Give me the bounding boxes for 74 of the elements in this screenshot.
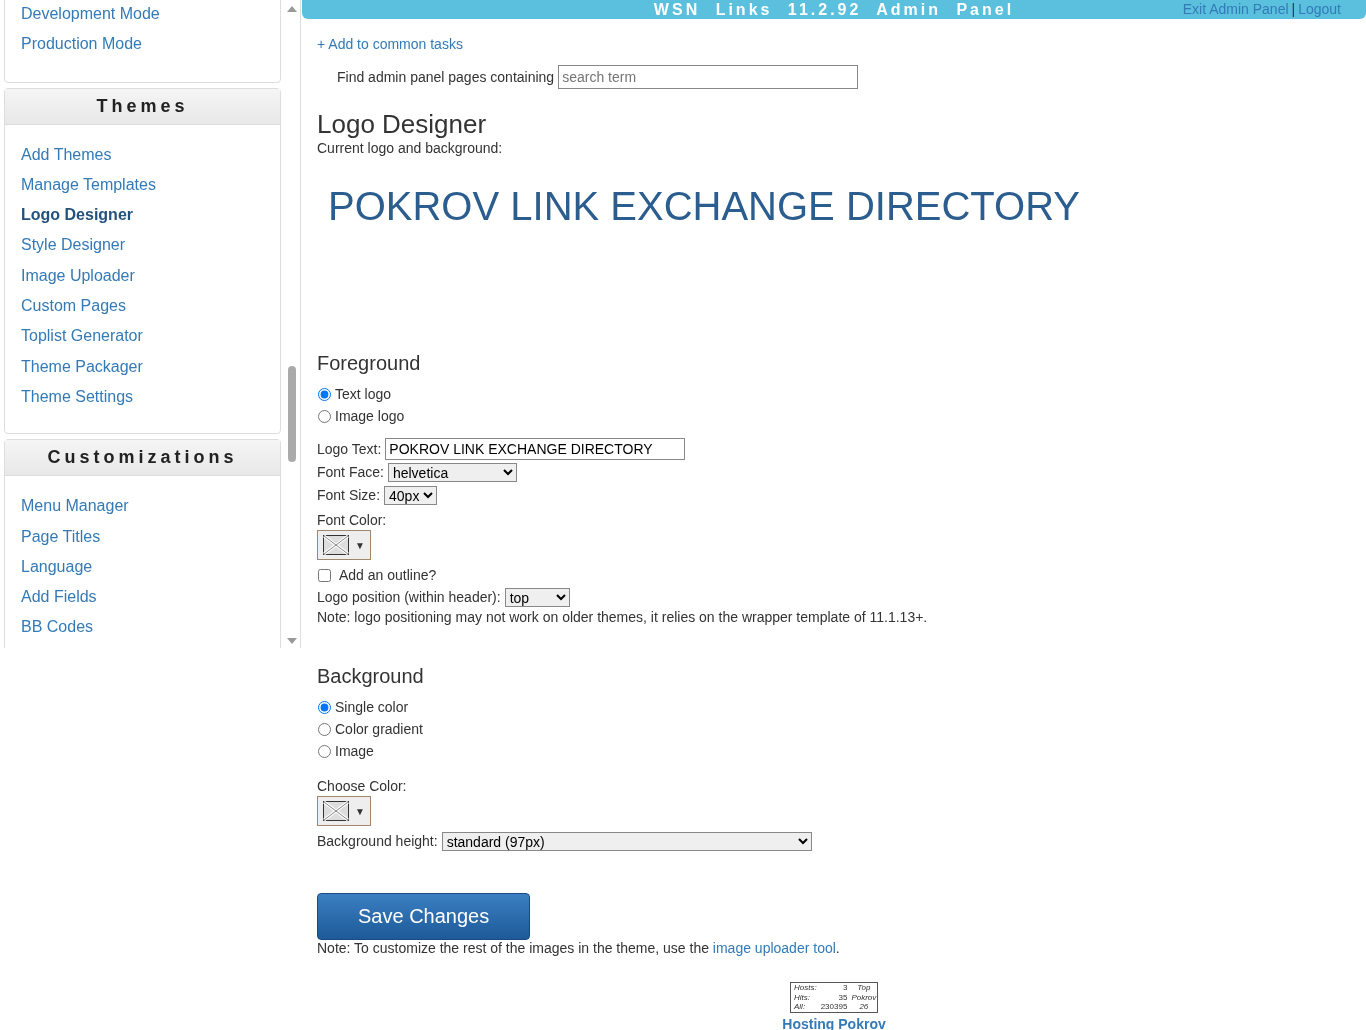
field-label: Logo Text: <box>317 441 382 457</box>
counter-text: Top <box>856 983 872 993</box>
sidebar-link[interactable]: Style Designer <box>21 230 126 261</box>
radio-label: Image logo <box>335 408 405 424</box>
radio-label: Image <box>335 743 374 759</box>
field-label: Choose Color: <box>317 778 407 794</box>
sidebar-link[interactable]: Development Mode <box>21 0 160 30</box>
dropdown[interactable]: top <box>504 587 570 607</box>
sidebar-link[interactable]: Production Mode <box>21 29 142 60</box>
save-button[interactable]: Save Changes <box>317 893 531 940</box>
sidebar-link[interactable]: Logo Designer <box>21 200 133 231</box>
text-field[interactable]: POKROV LINK EXCHANGE DIRECTORY <box>385 438 686 460</box>
panel-heading: Themes <box>5 88 280 125</box>
panel-heading: Customizations <box>5 440 280 477</box>
section-heading: Foreground <box>317 352 421 375</box>
counter-text: Pokrov <box>851 992 877 1002</box>
caret-icon: ▼ <box>355 539 365 551</box>
caret-icon: ▼ <box>355 805 365 817</box>
separator: | <box>1291 1 1296 17</box>
subtitle: Current logo and background: <box>317 140 503 156</box>
empty-color-icon <box>323 535 349 555</box>
header-title: WSN Links 11.2.92 Admin Panel <box>653 0 1015 19</box>
scroll-down-icon[interactable] <box>287 638 297 644</box>
empty-color-icon <box>323 801 349 821</box>
counter-text: All: <box>794 1002 807 1012</box>
sidebar-link[interactable]: Theme Packager <box>21 351 143 382</box>
counter-text: 3 <box>841 983 848 993</box>
sidebar-link[interactable]: Menu Manager <box>21 491 129 522</box>
counter-text: Hosts: <box>794 983 817 993</box>
color-picker[interactable]: ▼ <box>317 796 371 826</box>
note-text: Note: logo positioning may not work on older themes, it relies on the wrapper template of 11.1.13+. <box>317 609 928 625</box>
field-label: Logo position (within header): <box>317 589 501 605</box>
radio-label: Color gradient <box>335 721 423 737</box>
sidebar-link[interactable]: Image Uploader <box>21 260 135 292</box>
checkbox-label: Add an outline? <box>339 567 437 583</box>
checkbox[interactable] <box>318 568 331 582</box>
field-label: Font Color: <box>317 512 387 528</box>
section-heading: Background <box>317 665 424 688</box>
sidebar-link[interactable]: Add Themes <box>21 139 112 170</box>
sidebar-link[interactable]: Theme Settings <box>21 381 134 413</box>
dropdown[interactable]: helvetica <box>387 462 517 482</box>
field-label: Font Face: <box>317 464 384 480</box>
radio-label: Text logo <box>335 386 392 402</box>
counter-text: Hits: <box>794 992 811 1002</box>
link[interactable]: image uploader tool <box>712 940 836 956</box>
dropdown[interactable]: standard (97px) <box>441 831 812 851</box>
page-title: Logo Designer <box>317 109 487 140</box>
radio-label: Single color <box>335 699 409 715</box>
radio-button[interactable] <box>318 744 331 758</box>
sidebar-link[interactable]: Manage Templates <box>21 169 156 201</box>
sidebar-link[interactable]: Toplist Generator <box>21 321 143 352</box>
radio-button[interactable] <box>318 700 331 714</box>
radio-button[interactable] <box>318 387 331 401</box>
radio-button[interactable] <box>318 409 331 423</box>
field-label: Background height: <box>317 833 438 849</box>
sidebar-link[interactable]: Language <box>21 551 93 583</box>
note-text: Note: To customize the rest of the images in the theme, use the image uploader tool. <box>317 940 840 956</box>
sidebar-link[interactable]: Page Titles <box>21 521 101 552</box>
logo-preview-text: POKROV LINK EXCHANGE DIRECTORY <box>328 184 1082 229</box>
counter-text: 26 <box>858 1002 870 1012</box>
add-task-link[interactable]: + Add to common tasks <box>317 36 463 52</box>
search-field[interactable]: search term <box>558 65 859 89</box>
color-picker[interactable]: ▼ <box>317 530 371 560</box>
scroll-up-icon[interactable] <box>287 6 297 12</box>
counter-text: 230395 <box>820 1002 848 1012</box>
sidebar-link[interactable]: BB Codes <box>21 612 94 643</box>
scrollbar-thumb[interactable] <box>288 366 296 462</box>
counter-text: 35 <box>837 992 848 1002</box>
sidebar-link[interactable]: Custom Pages <box>21 291 126 322</box>
search-label: Find admin panel pages containing <box>337 69 555 85</box>
radio-button[interactable] <box>318 722 331 736</box>
field-label: Font Size: <box>317 487 381 503</box>
dropdown[interactable]: 40px <box>384 485 438 505</box>
sidebar-link[interactable]: Add Fields <box>21 582 97 613</box>
